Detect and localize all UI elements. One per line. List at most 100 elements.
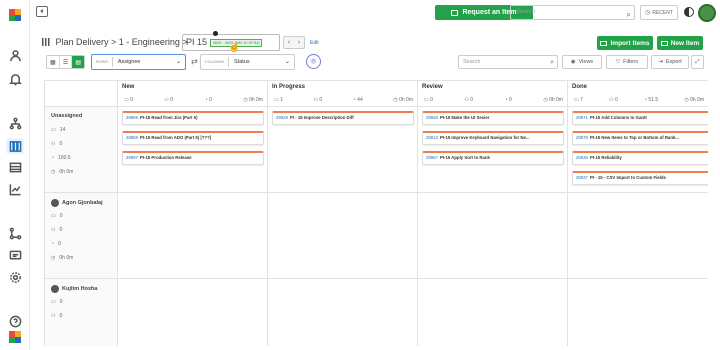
- stat-items: ▭ 0: [124, 97, 133, 103]
- breadcrumb[interactable]: Plan Delivery > 1 - Engineering >: [42, 37, 188, 47]
- swap-icon[interactable]: ⇄: [191, 57, 198, 66]
- board-view-icon[interactable]: ▤: [72, 56, 85, 68]
- fullscreen-button[interactable]: ⤢: [691, 55, 704, 69]
- board-search-input[interactable]: Search ⌕: [458, 55, 558, 69]
- item-id[interactable]: 29967: [426, 155, 438, 160]
- work-item-card[interactable]: 29978 PI-15 New Items to Top or Bottom of…: [572, 131, 708, 145]
- column-title: New: [122, 84, 135, 90]
- app-logo-small[interactable]: [8, 330, 22, 344]
- new-item-button[interactable]: New Item: [657, 36, 703, 50]
- chevron-left-icon[interactable]: ‹: [288, 39, 290, 46]
- integrations-icon[interactable]: [8, 226, 22, 240]
- hierarchy-icon[interactable]: [8, 116, 22, 130]
- expand-icon: ⤢: [695, 58, 700, 65]
- column-stats: ▭ 1 ⚇ 0 ◔ 44 ◷ 0h 0m: [274, 97, 413, 103]
- top-bar: Request an Item Search ⌕ ◷ RECENT: [30, 0, 720, 26]
- points-icon: ◔: [204, 97, 208, 103]
- gantt-view-icon[interactable]: ☰: [60, 56, 73, 68]
- item-id[interactable]: 29868: [126, 115, 138, 120]
- item-title: PI-15 Improve Keyboard Navigation for Ne…: [439, 135, 530, 140]
- rows-select[interactable]: ROWS Assignee ⌄: [91, 54, 186, 70]
- row-stat-time-value: 0h 0m: [59, 255, 74, 261]
- item-id[interactable]: 29978: [576, 135, 588, 140]
- table-icon[interactable]: [8, 160, 22, 174]
- cell-new-kujtim: [118, 279, 268, 346]
- settings-icon[interactable]: [8, 270, 22, 284]
- kanban-board: New ▭ 0 ⚇ 0 ◔ 0 ◷ 0h 0m In Progress ▭ 1 …: [44, 80, 708, 346]
- stat-points-value: 44: [357, 97, 363, 103]
- app-logo[interactable]: [8, 8, 22, 22]
- stat-time-value: 0h 0m: [399, 97, 413, 103]
- row-stat-points-value: 0: [58, 241, 61, 247]
- bell-icon[interactable]: [8, 72, 22, 86]
- recent-label: RECENT: [652, 9, 673, 16]
- messages-icon[interactable]: [8, 248, 22, 262]
- row-stat-people: ⚇ 0: [51, 313, 62, 319]
- stat-items: ▭ 7: [574, 97, 583, 103]
- points-icon: ◔: [504, 97, 508, 103]
- stat-time: ◷ 0h 0m: [684, 97, 704, 103]
- cell-done-agon: [568, 193, 708, 279]
- row-name: Agon Gjonbalaj: [51, 199, 103, 207]
- request-item-label: Request an Item: [462, 9, 517, 16]
- view-switch[interactable]: ▦ ☰ ▤: [46, 55, 85, 69]
- item-title: PI-15 Make the UI Sexier: [439, 115, 490, 120]
- item-id[interactable]: 29869: [126, 135, 138, 140]
- stat-people-value: 0: [170, 97, 174, 103]
- stat-people: ⚇ 0: [609, 97, 618, 103]
- clock-icon: ◷: [243, 97, 248, 103]
- chart-icon[interactable]: [8, 182, 22, 196]
- work-item-card[interactable]: 29937 PI - 15 - CSV Import to Custom Fiel…: [572, 171, 708, 185]
- item-id[interactable]: 29913: [426, 135, 438, 140]
- collapse-sidebar-icon[interactable]: [36, 6, 48, 17]
- board-icon[interactable]: [6, 138, 24, 154]
- filters-button[interactable]: ▽ Filters: [606, 55, 648, 69]
- work-item-card[interactable]: 29967 PI-15 Apply Sort to Rank: [422, 151, 564, 165]
- clock-icon: ◷: [684, 97, 689, 103]
- clock-icon: ◷: [645, 10, 651, 16]
- work-item-card[interactable]: 29929 PI - 15 Improve Description Diff: [272, 111, 414, 125]
- views-button[interactable]: ◉ Views: [562, 55, 602, 69]
- list-view-icon[interactable]: ▦: [47, 56, 60, 68]
- work-item-card[interactable]: 29913 PI-15 Improve Keyboard Navigation f…: [422, 131, 564, 145]
- import-items-label: Import Items: [610, 39, 650, 47]
- theme-toggle-icon[interactable]: [684, 7, 694, 17]
- work-item-card[interactable]: 29928 PI-15 Make the UI Sexier: [422, 111, 564, 125]
- pi-nav-arrows[interactable]: ‹ ›: [283, 36, 305, 49]
- item-id[interactable]: 29929: [276, 115, 288, 120]
- columns-select[interactable]: COLUMNS Status ⌄: [200, 54, 295, 70]
- rows-value: Assignee: [117, 59, 141, 65]
- edit-link[interactable]: Edit: [310, 40, 319, 46]
- points-icon: ◔: [51, 241, 55, 247]
- help-icon[interactable]: [8, 314, 22, 328]
- user-icon[interactable]: [8, 48, 22, 62]
- work-item-card[interactable]: 29936 PI-15 Reliability: [572, 151, 708, 165]
- item-id[interactable]: 29971: [576, 115, 588, 120]
- item-id[interactable]: 29937: [576, 175, 588, 180]
- item-title: PI-15 Reliability: [589, 155, 622, 160]
- work-item-card[interactable]: 29971 PI-15 Add Columns to Gantt: [572, 111, 708, 125]
- item-title: PI-15 Read from ADO (Part 5) [???]: [139, 135, 212, 140]
- chevron-right-icon[interactable]: ›: [298, 39, 300, 46]
- stat-items-value: 0: [130, 97, 133, 103]
- people-icon: ⚇: [164, 97, 169, 103]
- export-button[interactable]: ⇥ Export: [651, 55, 689, 69]
- row-stat-people-value: 0: [59, 313, 63, 319]
- filter-icon: ▽: [615, 59, 621, 65]
- points-icon: ◔: [51, 155, 55, 161]
- global-search-input[interactable]: Search ⌕: [510, 5, 635, 20]
- item-id[interactable]: 29997: [126, 155, 138, 160]
- import-items-button[interactable]: Import Items: [597, 36, 653, 50]
- user-avatar[interactable]: [698, 4, 716, 22]
- items-icon: ▭: [51, 213, 56, 219]
- grid-icon: [42, 38, 50, 46]
- points-icon: ◔: [352, 97, 356, 103]
- work-item-card[interactable]: 29997 PI-15 Production Release: [122, 151, 264, 165]
- work-item-card[interactable]: 29869 PI-15 Read from ADO (Part 5) [???]: [122, 131, 264, 145]
- ai-atom-icon[interactable]: ⚛: [306, 54, 321, 69]
- stat-time: ◷ 0h 0m: [393, 97, 413, 103]
- work-item-card[interactable]: 29868 PI-15 Read from Jira (Part 5): [122, 111, 264, 125]
- recent-button[interactable]: ◷ RECENT: [640, 5, 678, 20]
- item-id[interactable]: 29936: [576, 155, 588, 160]
- item-id[interactable]: 29928: [426, 115, 438, 120]
